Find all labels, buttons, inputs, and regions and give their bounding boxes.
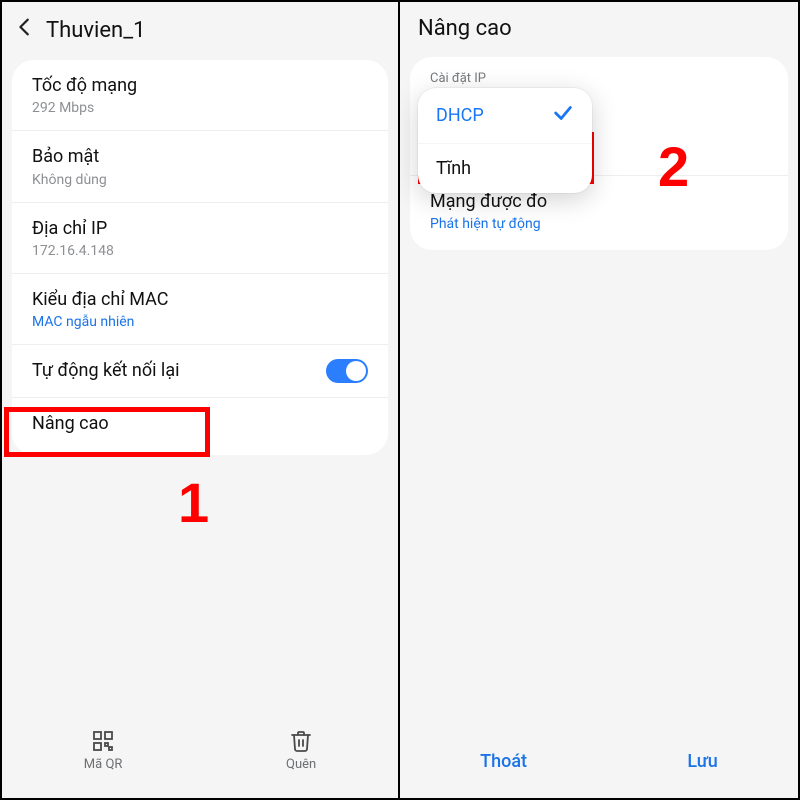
qr-label: Mã QR	[84, 757, 123, 772]
label-metered-network: Mạng được đo	[430, 190, 768, 214]
label-network-speed: Tốc độ mạng	[32, 74, 368, 98]
screen-advanced: Nâng cao Cài đặt IP Không dùng Mạng được…	[400, 2, 798, 798]
toggle-auto-reconnect[interactable]	[326, 359, 368, 383]
back-icon[interactable]	[14, 16, 36, 44]
ip-settings-label: Cài đặt IP	[410, 57, 788, 90]
forget-label: Quên	[286, 757, 316, 772]
label-advanced: Nâng cao	[32, 412, 368, 436]
step-number-2: 2	[658, 134, 689, 199]
value-network-speed: 292 Mbps	[32, 100, 368, 116]
details-card: Tốc độ mạng 292 Mbps Bảo mật Không dùng …	[12, 60, 388, 455]
dropdown-option-static[interactable]: Tĩnh	[418, 143, 592, 193]
row-security[interactable]: Bảo mật Không dùng	[12, 131, 388, 202]
step-number-1: 1	[178, 470, 209, 535]
forget-button[interactable]: Quên	[286, 729, 316, 772]
cancel-button[interactable]: Thoát	[480, 751, 527, 772]
trash-icon	[286, 729, 316, 753]
page-title: Thuvien_1	[46, 18, 145, 43]
screen-network-details: Thuvien_1 Tốc độ mạng 292 Mbps Bảo mật K…	[2, 2, 400, 798]
ip-settings-dropdown[interactable]: DHCP Tĩnh	[418, 88, 592, 193]
value-ip-address: 172.16.4.148	[32, 243, 368, 259]
label-ip-address: Địa chỉ IP	[32, 217, 368, 241]
row-advanced[interactable]: Nâng cao	[12, 398, 388, 454]
label-auto-reconnect: Tự động kết nối lại	[32, 359, 179, 383]
check-icon	[552, 102, 574, 129]
label-mac-type: Kiểu địa chỉ MAC	[32, 288, 368, 312]
row-ip-address[interactable]: Địa chỉ IP 172.16.4.148	[12, 203, 388, 274]
label-security: Bảo mật	[32, 145, 368, 169]
value-metered-network: Phát hiện tự động	[430, 216, 768, 232]
row-auto-reconnect[interactable]: Tự động kết nối lại	[12, 345, 388, 398]
value-mac-type: MAC ngẫu nhiên	[32, 314, 368, 330]
value-security: Không dùng	[32, 172, 368, 188]
dropdown-option-static-label: Tĩnh	[436, 158, 471, 179]
save-button[interactable]: Lưu	[687, 751, 717, 772]
bottom-bar: Mã QR Quên	[2, 711, 398, 798]
dropdown-option-dhcp[interactable]: DHCP	[418, 88, 592, 143]
row-mac-type[interactable]: Kiểu địa chỉ MAC MAC ngẫu nhiên	[12, 274, 388, 345]
qr-icon	[84, 729, 123, 753]
page-title: Nâng cao	[418, 16, 512, 41]
dropdown-option-dhcp-label: DHCP	[436, 105, 484, 126]
bottom-bar: Thoát Lưu	[400, 729, 798, 798]
header: Nâng cao	[400, 2, 798, 51]
row-network-speed[interactable]: Tốc độ mạng 292 Mbps	[12, 60, 388, 131]
qr-button[interactable]: Mã QR	[84, 729, 123, 772]
header: Thuvien_1	[2, 2, 398, 54]
